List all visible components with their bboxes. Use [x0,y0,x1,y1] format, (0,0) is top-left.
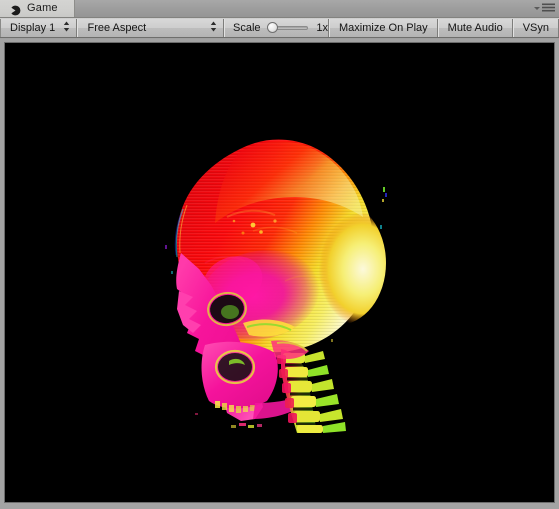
maxillary-sinus [217,352,252,381]
skull-volume-svg [164,139,387,433]
hyoid-fragments [230,422,262,428]
vsync-label: VSyn [522,22,549,34]
scale-value: 1x [316,22,329,34]
tab-bar-spacer [75,0,534,17]
mute-audio-button[interactable]: Mute Audio [437,19,513,37]
scale-slider[interactable] [267,22,309,34]
maximize-on-play-button[interactable]: Maximize On Play [329,19,438,37]
display-popup[interactable]: Display 1 [0,19,78,37]
unity-game-view-window: Game Display 1 Free Aspect Scale 1x Maxi… [0,0,559,509]
popup-updown-arrows-icon [63,21,70,35]
game-viewport[interactable] [4,42,555,503]
tab-bar: Game [0,0,559,18]
scale-control[interactable]: Scale 1x [224,19,330,37]
panel-options-button[interactable] [534,0,559,17]
popup-updown-arrows-icon [210,21,217,35]
volumetric-skull-ct-render [5,43,554,502]
cervical-spine-group [270,339,346,433]
tab-game-label: Game [27,2,58,14]
vsync-button[interactable]: VSyn [512,19,559,37]
scale-slider-knob[interactable] [267,22,279,33]
mute-audio-label: Mute Audio [447,22,503,34]
panel-options-hamburger-icon [542,0,555,17]
game-pacman-icon [10,3,21,16]
display-popup-value: Display 1 [10,22,56,34]
tab-game[interactable]: Game [0,0,75,17]
orbit-inner-green [220,304,239,319]
aspect-ratio-popup-value: Free Aspect [87,22,147,34]
game-viewport-frame [0,39,559,509]
chevron-down-icon [534,7,540,10]
scale-label: Scale [233,22,261,34]
game-view-toolbar: Display 1 Free Aspect Scale 1x Maximize … [0,18,559,38]
aspect-ratio-popup[interactable]: Free Aspect [77,19,225,37]
maximize-on-play-label: Maximize On Play [339,22,428,34]
